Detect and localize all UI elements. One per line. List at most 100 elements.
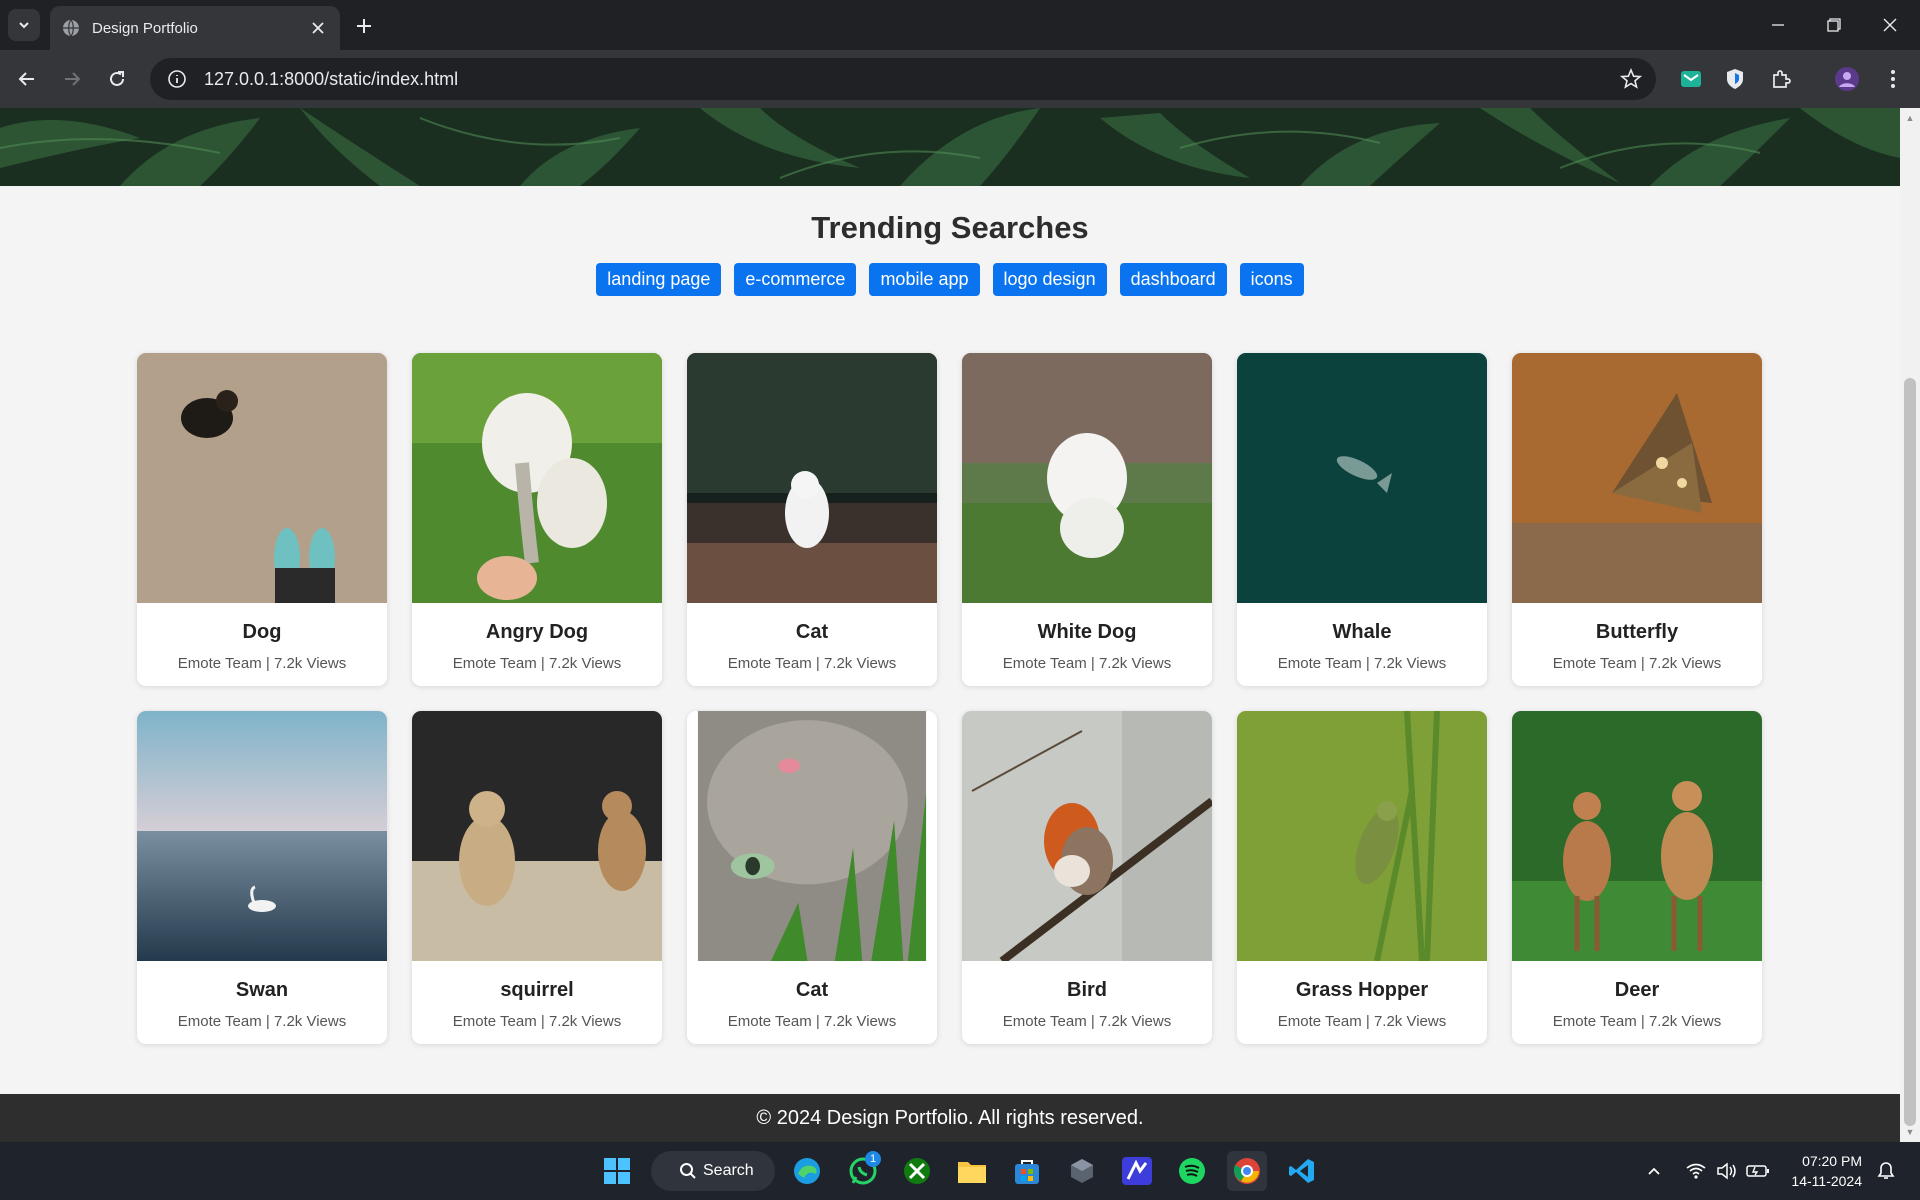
- card-meta: Emote Team | 7.2k Views: [727, 1013, 897, 1030]
- tag-e-commerce[interactable]: e-commerce: [734, 263, 857, 296]
- image-card-grass-hopper[interactable]: Grass Hopper Emote Team | 7.2k Views: [1237, 711, 1487, 1044]
- file-explorer-icon[interactable]: [952, 1151, 992, 1191]
- browser-menu-icon[interactable]: [1879, 65, 1907, 93]
- chrome-icon[interactable]: [1227, 1151, 1267, 1191]
- page-viewport: Trending Searches landing page e-commerc…: [0, 108, 1900, 1142]
- close-tab-icon[interactable]: [308, 18, 328, 38]
- dog-photo: [137, 353, 387, 603]
- page-scrollbar[interactable]: ▲ ▼: [1900, 108, 1920, 1142]
- search-label: Search: [703, 1162, 754, 1179]
- notification-bell-icon[interactable]: [1876, 1142, 1896, 1200]
- windows-start-icon[interactable]: [597, 1151, 637, 1191]
- clock-time: 07:20 PM: [1802, 1153, 1862, 1169]
- image-card-angry-dog[interactable]: Angry Dog Emote Team | 7.2k Views: [412, 353, 662, 686]
- browser-tab-bar: Design Portfolio: [0, 0, 1920, 50]
- image-card-whale[interactable]: Whale Emote Team | 7.2k Views: [1237, 353, 1487, 686]
- restore-icon[interactable]: [1806, 0, 1862, 50]
- image-card-cat-2[interactable]: Cat Emote Team | 7.2k Views: [687, 711, 937, 1044]
- page-footer: © 2024 Design Portfolio. All rights rese…: [0, 1094, 1900, 1142]
- card-title: Bird: [1067, 979, 1107, 1001]
- address-bar[interactable]: 127.0.0.1:8000/static/index.html: [150, 58, 1656, 100]
- browser-toolbar: 127.0.0.1:8000/static/index.html: [0, 50, 1920, 108]
- image-card-butterfly[interactable]: Butterfly Emote Team | 7.2k Views: [1512, 353, 1762, 686]
- volume-icon[interactable]: [1716, 1142, 1738, 1200]
- tag-logo-design[interactable]: logo design: [992, 263, 1107, 296]
- tag-dashboard[interactable]: dashboard: [1119, 263, 1227, 296]
- whale-photo: [1237, 353, 1487, 603]
- card-meta: Emote Team | 7.2k Views: [1277, 1013, 1447, 1030]
- cat-photo: [687, 353, 937, 603]
- url-text: 127.0.0.1:8000/static/index.html: [204, 68, 459, 89]
- cat-lying-photo: [687, 711, 937, 985]
- card-meta: Emote Team | 7.2k Views: [1002, 655, 1172, 672]
- profile-avatar-icon[interactable]: [1833, 65, 1861, 93]
- card-title: Grass Hopper: [1295, 979, 1429, 1001]
- swan-photo: [137, 711, 387, 961]
- image-card-swan[interactable]: Swan Emote Team | 7.2k Views: [137, 711, 387, 1044]
- edge-icon[interactable]: [787, 1151, 827, 1191]
- card-meta: Emote Team | 7.2k Views: [1002, 1013, 1172, 1030]
- vscode-icon[interactable]: [1282, 1151, 1322, 1191]
- tab-search-button[interactable]: [8, 9, 40, 41]
- vector-app-icon[interactable]: [1117, 1151, 1157, 1191]
- taskbar-search-box[interactable]: Search: [651, 1151, 775, 1191]
- image-card-white-dog[interactable]: White Dog Emote Team | 7.2k Views: [962, 353, 1212, 686]
- bird-photo: [962, 711, 1212, 961]
- card-title: White Dog: [1037, 621, 1137, 643]
- page-title: Trending Searches: [811, 210, 1089, 245]
- image-card-bird[interactable]: Bird Emote Team | 7.2k Views: [962, 711, 1212, 1044]
- card-meta: Emote Team | 7.2k Views: [1277, 655, 1447, 672]
- extensions-puzzle-icon[interactable]: [1767, 65, 1795, 93]
- deer-photo: [1512, 711, 1762, 961]
- clock-date: 14-11-2024: [1791, 1173, 1862, 1189]
- hexagon-app-icon[interactable]: [1062, 1151, 1102, 1191]
- globe-icon: [63, 19, 79, 37]
- battery-icon[interactable]: [1746, 1142, 1770, 1200]
- tag-mobile-app[interactable]: mobile app: [869, 263, 980, 296]
- image-card-cat[interactable]: Cat Emote Team | 7.2k Views: [687, 353, 937, 686]
- system-clock[interactable]: 07:20 PM 14-11-2024: [1786, 1151, 1862, 1191]
- microsoft-store-icon[interactable]: [1007, 1151, 1047, 1191]
- site-info-icon[interactable]: [166, 68, 188, 90]
- squirrel-photo: [412, 711, 662, 961]
- spotify-icon[interactable]: [1172, 1151, 1212, 1191]
- forward-icon[interactable]: [55, 62, 89, 96]
- close-window-icon[interactable]: [1862, 0, 1918, 50]
- image-card-squirrel[interactable]: squirrel Emote Team | 7.2k Views: [412, 711, 662, 1044]
- xbox-icon[interactable]: [897, 1151, 937, 1191]
- image-card-deer[interactable]: Deer Emote Team | 7.2k Views: [1512, 711, 1762, 1044]
- windows-taskbar: Search 1 07:20 PM 14-11-2024: [0, 1142, 1920, 1200]
- card-meta: Emote Team | 7.2k Views: [177, 655, 347, 672]
- bookmark-star-icon[interactable]: [1620, 68, 1642, 90]
- card-title: Butterfly: [1595, 621, 1679, 643]
- mail-extension-icon[interactable]: [1677, 65, 1705, 93]
- angry-dog-photo: [412, 353, 662, 603]
- card-meta: Emote Team | 7.2k Views: [1552, 1013, 1722, 1030]
- card-meta: Emote Team | 7.2k Views: [1552, 655, 1722, 672]
- notification-badge: 1: [865, 1151, 881, 1167]
- back-icon[interactable]: [10, 62, 44, 96]
- white-dog-photo: [962, 353, 1212, 603]
- card-title: Cat: [795, 621, 829, 643]
- scroll-down-icon[interactable]: ▼: [1900, 1124, 1920, 1140]
- wifi-icon[interactable]: [1686, 1142, 1706, 1200]
- minimize-icon[interactable]: [1750, 0, 1806, 50]
- card-title: Deer: [1614, 979, 1660, 1001]
- scroll-up-icon[interactable]: ▲: [1900, 110, 1920, 126]
- search-icon: [680, 1163, 696, 1179]
- image-card-dog[interactable]: Dog Emote Team | 7.2k Views: [137, 353, 387, 686]
- reload-icon[interactable]: [100, 62, 134, 96]
- shield-extension-icon[interactable]: [1721, 65, 1749, 93]
- card-meta: Emote Team | 7.2k Views: [727, 655, 897, 672]
- chevron-down-icon: [19, 22, 29, 29]
- show-hidden-icons-chevron-icon[interactable]: [1646, 1142, 1662, 1200]
- butterfly-photo: [1512, 353, 1762, 603]
- card-title: squirrel: [500, 979, 574, 1001]
- new-tab-icon[interactable]: [350, 12, 378, 40]
- tag-icons[interactable]: icons: [1239, 263, 1304, 296]
- tag-landing-page[interactable]: landing page: [596, 263, 722, 296]
- whatsapp-icon[interactable]: 1: [843, 1151, 883, 1191]
- scrollbar-thumb[interactable]: [1904, 378, 1916, 1126]
- tab-title: Design Portfolio: [92, 19, 198, 37]
- browser-tab[interactable]: Design Portfolio: [50, 6, 340, 50]
